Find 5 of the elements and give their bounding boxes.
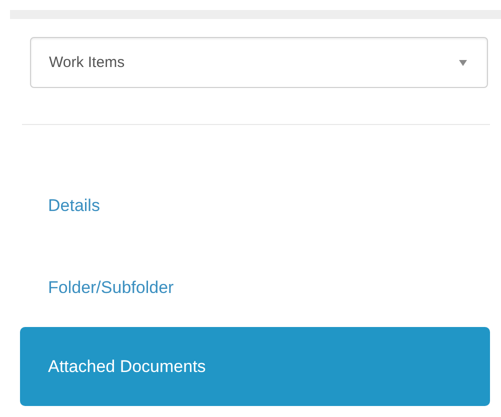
nav-item[interactable]: Attached Documents — [20, 327, 490, 406]
caret-icon — [459, 60, 467, 66]
nav-item[interactable]: Details — [20, 181, 490, 231]
module-dropdown[interactable]: Work Items — [30, 37, 488, 88]
nav-item[interactable]: Folder/Subfolder — [20, 263, 490, 313]
